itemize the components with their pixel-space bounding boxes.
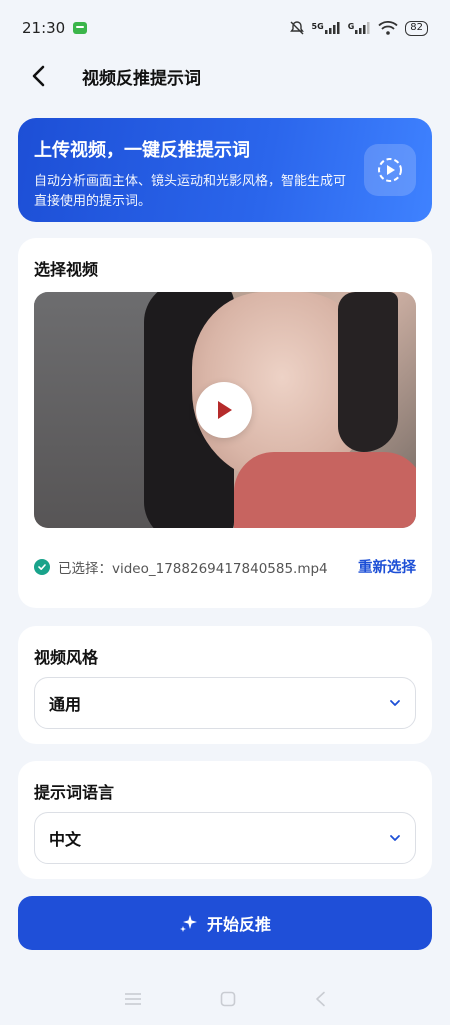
play-icon [218,401,232,419]
play-button[interactable] [196,382,252,438]
video-thumbnail-hair-right [338,292,398,452]
check-circle-icon [34,558,50,575]
video-thumbnail-clothing [234,452,416,528]
selected-file-text: 已选择：video_1788269417840585.mp4 [58,557,358,577]
style-select[interactable]: 通用 [34,677,416,729]
hero-banner: 上传视频，一键反推提示词 自动分析画面主体、镜头运动和光影风格，智能生成可直接使… [18,118,432,222]
language-section-title: 提示词语言 [34,783,115,802]
app-notification-icon [73,22,88,34]
video-style-card: 视频风格 通用 [18,626,432,744]
status-time: 21:30 [22,19,66,37]
sparkle-icon [179,915,197,932]
network-type-label: 5G [311,22,324,31]
page-header: 视频反推提示词 [0,56,450,96]
wifi-icon [378,21,398,35]
video-select-card: 选择视频 已选择：video_1788269417840585.mp4 重新选择 [18,238,432,608]
signal-icon-2 [355,22,370,34]
prompt-language-card: 提示词语言 中文 [18,761,432,879]
back-button[interactable] [18,56,58,96]
selected-file-row: 已选择：video_1788269417840585.mp4 重新选择 [34,556,416,577]
chevron-down-icon [390,835,400,841]
battery-indicator: 82 [405,20,428,36]
home-icon[interactable] [220,991,236,1007]
style-selected-value: 通用 [49,695,82,714]
selected-file-name: video_1788269417840585.mp4 [112,560,328,577]
reselect-button[interactable]: 重新选择 [358,556,416,577]
language-select[interactable]: 中文 [34,812,416,864]
back-arrow-icon [32,65,45,87]
chevron-down-icon [390,700,400,706]
hero-title: 上传视频，一键反推提示词 [34,140,250,161]
style-section-title: 视频风格 [34,648,99,667]
video-analyze-icon [378,158,402,182]
video-section-title: 选择视频 [34,260,99,279]
nav-back-icon[interactable] [314,991,326,1007]
hero-description: 自动分析画面主体、镜头运动和光影风格，智能生成可直接使用的提示词。 [34,174,347,209]
video-preview[interactable] [34,292,416,528]
signal-icon [324,22,340,34]
mute-bell-icon [289,21,304,35]
selected-prefix: 已选择： [58,560,112,577]
language-selected-value: 中文 [49,830,82,849]
hero-icon-container [364,144,416,196]
page-title: 视频反推提示词 [82,68,201,89]
network-type-label-2: G [347,22,355,31]
status-bar: 21:30 5G G 82 [0,0,450,56]
start-reverse-button[interactable]: 开始反推 [18,896,432,950]
start-reverse-label: 开始反推 [206,915,271,934]
menu-icon[interactable] [124,992,142,1006]
system-nav-bar [0,983,450,1015]
